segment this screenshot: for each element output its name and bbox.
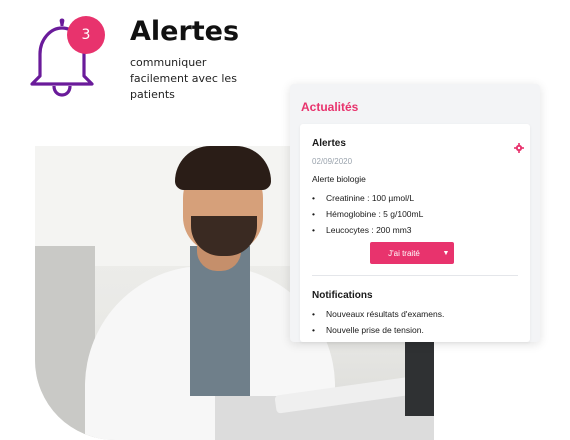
list-item: • Nouveaux résultats d'examens. [312,309,445,319]
notification-count-badge: 3 [67,16,105,54]
alert-items: • Creatinine : 100 µmol/L • Hémoglobine : … [312,190,423,238]
gear-icon[interactable] [514,138,524,157]
list-item: • Leucocytes : 200 mm3 [312,225,412,235]
caret-down-icon[interactable]: ▼ [438,250,454,257]
news-card: Actualités Alertes 02/09/2020 Alerte bio… [290,84,540,342]
list-item: • Creatinine : 100 µmol/L [312,193,415,203]
alert-heading: Alertes [312,138,346,149]
list-item: • Nouvelle prise de tension. [312,325,424,335]
alert-date: 02/09/2020 [312,157,353,166]
card-title: Actualités [301,100,359,114]
alert-subtitle: Alerte biologie [312,174,366,184]
notification-items: • Nouveaux résultats d'examens. • Nouvelle… [312,306,444,338]
treated-button-label: J'ai traité [388,248,420,258]
divider [312,275,518,276]
treated-button[interactable]: J'ai traité ▼ [370,242,454,264]
alert-panel: Alertes 02/09/2020 Alerte biologie • Crea… [300,124,530,342]
notifications-heading: Notifications [312,290,373,301]
feature-title: Alertes [130,16,240,47]
feature-subtitle: communiquer facilement avec les patients [130,56,237,101]
list-item: • Hémoglobine : 5 g/100mL [312,209,424,219]
